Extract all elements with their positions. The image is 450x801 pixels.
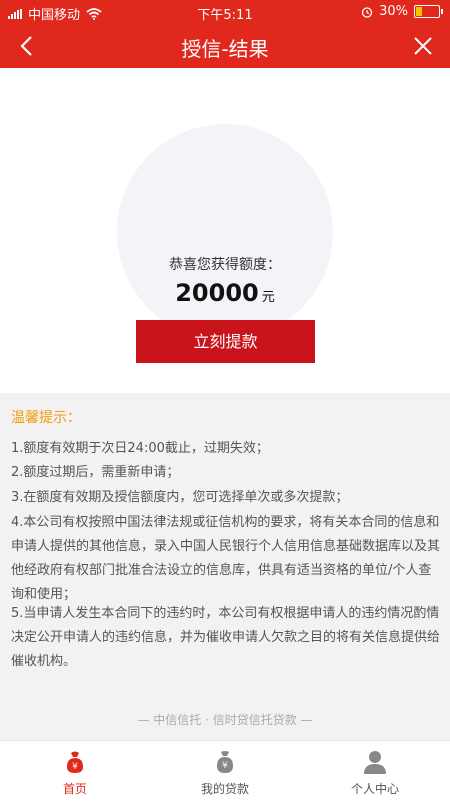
tab-home-label: 首页 — [62, 782, 87, 796]
status-bar: 中国移动 下午5:11 30% — [0, 0, 450, 24]
nav-bar: 授信-结果 — [0, 24, 450, 68]
battery-icon — [414, 5, 443, 18]
tab-bar: ¥ 首页 ¥ 我的贷款 个人中心 — [0, 740, 450, 801]
quota-amount-unit: 元 — [261, 290, 275, 305]
tip-item-2: 2.额度过期后，需重新申请； — [11, 465, 180, 480]
battery-fill — [416, 7, 422, 16]
tab-profile[interactable]: 个人中心 — [300, 749, 450, 797]
tab-profile-label: 个人中心 — [350, 782, 399, 796]
quota-circle — [117, 124, 333, 340]
svg-text:¥: ¥ — [222, 761, 228, 771]
quota-label: 恭喜您获得额度： — [169, 257, 281, 273]
quota-amount: 20000 元 — [117, 279, 333, 307]
tip-item-5: 5.当申请人发生本合同下的违约时，本公司有权根据申请人的违约情况酌情决定公开申请… — [11, 606, 441, 669]
home-moneybag-icon: ¥ — [67, 751, 83, 773]
tip-item-4: 4.本公司有权按照中国法律法规或征信机构的要求，将有关本合同的信息和申请人提供的… — [11, 515, 441, 602]
page-title: 授信-结果 — [181, 37, 269, 61]
person-icon — [364, 751, 386, 774]
battery-percent: 30% — [379, 4, 408, 19]
withdraw-button[interactable]: 立刻提款 — [136, 320, 315, 363]
tips-title: 温馨提示： — [11, 410, 81, 426]
quota-amount-value: 20000 — [175, 279, 259, 307]
footer-note: — 中信信托 · 信时贷信托贷款 — — [137, 713, 313, 727]
tip-item-3: 3.在额度有效期及授信额度内，您可选择单次或多次提款； — [11, 490, 349, 505]
alarm-icon — [361, 6, 373, 18]
close-icon[interactable] — [408, 31, 438, 61]
tab-my-loans-label: 我的贷款 — [200, 782, 249, 796]
tips-section: 温馨提示： 1.额度有效期于次日24:00截止，过期失效； 2.额度过期后，需重… — [0, 393, 450, 740]
money-bag-icon: ¥ — [217, 751, 233, 773]
tip-item-1: 1.额度有效期于次日24:00截止，过期失效； — [11, 441, 269, 456]
tab-home[interactable]: ¥ 首页 — [0, 749, 150, 797]
svg-text:¥: ¥ — [72, 762, 78, 772]
status-right: 30% — [361, 4, 443, 19]
tab-my-loans[interactable]: ¥ 我的贷款 — [150, 749, 300, 797]
